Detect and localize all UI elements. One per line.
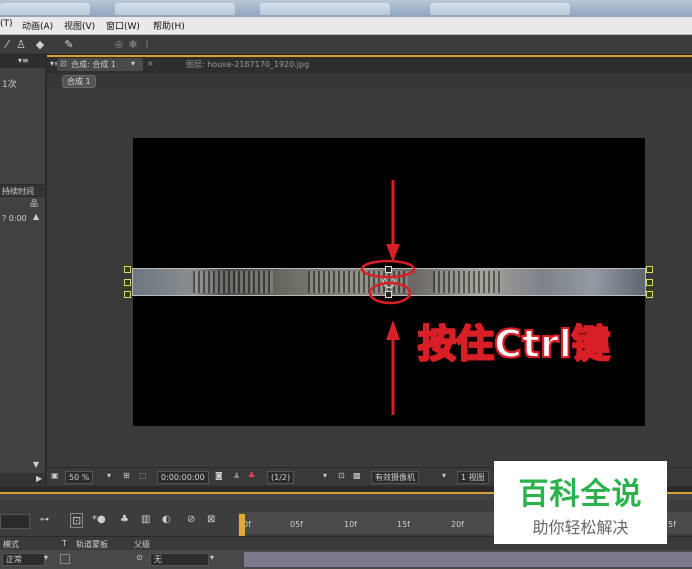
layer-handle[interactable] — [646, 291, 653, 298]
column-track-matte[interactable]: 轨道蒙板 — [76, 539, 108, 550]
watermark-logo: 百科全说 助你轻松解决 — [494, 461, 667, 544]
layer-duration-bar[interactable] — [244, 552, 692, 567]
browser-tab[interactable] — [115, 3, 235, 15]
layer-handle[interactable] — [124, 279, 131, 286]
menu-bar: (T) 动画(A) 视图(V) 窗口(W) 帮助(H) — [0, 17, 692, 35]
resolution-dropdown-arrow-icon[interactable]: ▾ — [323, 471, 327, 480]
project-info-text: 1次 — [2, 80, 17, 90]
brush-icon[interactable]: ⁄ — [0, 38, 14, 51]
puppet-pin-icon[interactable]: ⊕ — [112, 38, 126, 51]
show-snapshot-icon[interactable]: ♟ — [233, 471, 240, 480]
puppet-overlap-icon[interactable]: ✱ — [126, 38, 140, 51]
panel-footer: ▶ — [0, 473, 45, 485]
zoom-dropdown[interactable]: 50 % — [65, 471, 94, 484]
parent-dropdown-arrow-icon[interactable]: ▾ — [210, 553, 214, 562]
parent-dropdown[interactable]: 无 — [150, 553, 209, 566]
composition-tab-label: 合成: 合成 1 — [71, 60, 116, 69]
motion-blur-icon[interactable]: ▥ — [141, 514, 150, 525]
ruler-tick: 20f — [451, 520, 464, 529]
preserve-transparency-checkbox[interactable] — [60, 554, 70, 564]
column-mode[interactable]: 模式 — [3, 539, 19, 550]
transparency-grid-icon[interactable]: ▩ — [353, 471, 361, 480]
camera-dropdown-arrow-icon[interactable]: ▾ — [442, 471, 446, 480]
clone-stamp-icon[interactable]: ♙ — [14, 38, 28, 51]
watermark-title: 百科全说 — [518, 477, 643, 512]
browser-tab[interactable] — [430, 3, 570, 15]
menu-item-animation[interactable]: 动画(A) — [22, 19, 53, 32]
shy-layers-icon[interactable]: *● — [92, 514, 106, 525]
zoom-dropdown-arrow-icon[interactable]: ▾ — [107, 471, 111, 480]
menu-item-view[interactable]: 视图(V) — [64, 19, 95, 32]
scroll-up-icon[interactable]: ▲ — [33, 212, 39, 221]
panel-menu-icon[interactable]: ▾≡ — [18, 56, 29, 65]
column-header: 持续时间 — [0, 184, 45, 197]
ruler-tick: 05f — [290, 520, 303, 529]
draft-3d-icon[interactable]: ⊡ — [70, 513, 84, 528]
timeline-layer-row[interactable]: 正常 ▾ ⊙ 无 ▾ — [0, 550, 692, 569]
browser-tab-strip — [0, 0, 692, 17]
anchor-point-icon[interactable] — [383, 276, 395, 288]
grid-icon[interactable]: ⊞ — [123, 471, 130, 480]
panel-header: ▾≡ — [0, 55, 45, 68]
layer-handle[interactable] — [646, 279, 653, 286]
eraser-icon[interactable]: ◆ — [33, 38, 47, 51]
tab-dropdown-icon[interactable]: ▾ — [131, 59, 135, 68]
image-texture — [433, 271, 503, 293]
column-parent[interactable]: 父级 — [134, 539, 150, 550]
project-panel: ▾≡ 1次 持续时间 品 ? 0:00 ▲ ▼ ▶ — [0, 55, 47, 485]
menu-item-help[interactable]: 帮助(H) — [153, 19, 185, 32]
duration-column[interactable]: 持续时间 — [2, 186, 34, 197]
menu-item-window[interactable]: 窗口(W) — [106, 19, 140, 32]
region-of-interest-icon[interactable]: ⊡ — [338, 471, 345, 480]
duration-value: ? 0:00 — [2, 214, 27, 223]
frame-blending-icon[interactable]: ♣ — [120, 514, 129, 525]
snapshot-icon[interactable]: ◙ — [215, 471, 223, 480]
lock-icon[interactable]: ⊡ — [60, 59, 67, 68]
layer-handle-bottom[interactable] — [385, 291, 392, 298]
pick-whip-icon[interactable]: ⊙ — [136, 553, 143, 562]
layer-handle[interactable] — [124, 266, 131, 273]
timeline-search-input[interactable] — [0, 514, 30, 529]
menu-item-t[interactable]: (T) — [0, 19, 13, 29]
mask-icon[interactable]: ⬚ — [139, 471, 147, 480]
ctrl-instruction-label: 按住Ctrl键 — [417, 321, 611, 367]
views-dropdown[interactable]: 1 视图 — [457, 471, 489, 484]
browser-tab[interactable] — [260, 3, 390, 15]
ruler-tick: 15f — [397, 520, 410, 529]
scroll-down-icon[interactable]: ▼ — [33, 460, 39, 469]
current-time[interactable]: 0:00:00:00 — [157, 471, 209, 484]
layer-handle-top[interactable] — [385, 266, 392, 273]
layer-handle[interactable] — [646, 266, 653, 273]
column-t[interactable]: T — [62, 539, 67, 548]
roto-brush-icon[interactable]: ✎ — [62, 38, 76, 51]
color-channel-icon[interactable]: ♣ — [248, 471, 255, 480]
composition-navigator: 合成 1 — [47, 73, 692, 89]
render-icon[interactable]: ⊠ — [207, 514, 215, 525]
watermark-subtitle: 助你轻松解决 — [532, 518, 629, 537]
tab-layer[interactable]: 图层: house-2187170_1920.jpg — [186, 59, 309, 70]
composition-panel-header: ▾≡ ⊡ 合成: 合成 1 ▾ × 图层: house-2187170_1920… — [47, 55, 692, 73]
graph-editor-icon[interactable]: ⊘ — [187, 514, 195, 525]
flowchart-icon[interactable]: 品 — [30, 198, 38, 209]
blend-mode-dropdown-arrow-icon[interactable]: ▾ — [44, 553, 48, 562]
camera-dropdown[interactable]: 有效摄像机 — [371, 471, 419, 484]
composition-breadcrumb[interactable]: 合成 1 — [62, 75, 96, 88]
tab-composition[interactable]: ⊡ 合成: 合成 1 ▾ — [57, 58, 143, 71]
blend-mode-dropdown[interactable]: 正常 — [2, 553, 45, 566]
close-icon[interactable]: × — [147, 59, 154, 68]
resolution-dropdown[interactable]: (1/2) — [267, 471, 295, 484]
puppet-starch-icon[interactable]: ⌇ — [140, 38, 154, 51]
layer-handle[interactable] — [124, 291, 131, 298]
ruler-tick: 10f — [344, 520, 357, 529]
ruler-tick: 5f — [668, 520, 676, 529]
brainstorm-icon[interactable]: ◐ — [162, 514, 171, 525]
tools-toolbar: ⁄ ♙ ◆ ✎ ⊕ ✱ ⌇ — [0, 35, 692, 55]
scroll-right-icon[interactable]: ▶ — [36, 474, 42, 483]
composition-mini-flowchart-icon[interactable]: ⊶ — [40, 515, 49, 525]
browser-tab[interactable] — [0, 3, 90, 15]
preview-icon[interactable]: ▣ — [51, 471, 59, 480]
image-texture — [193, 271, 273, 293]
